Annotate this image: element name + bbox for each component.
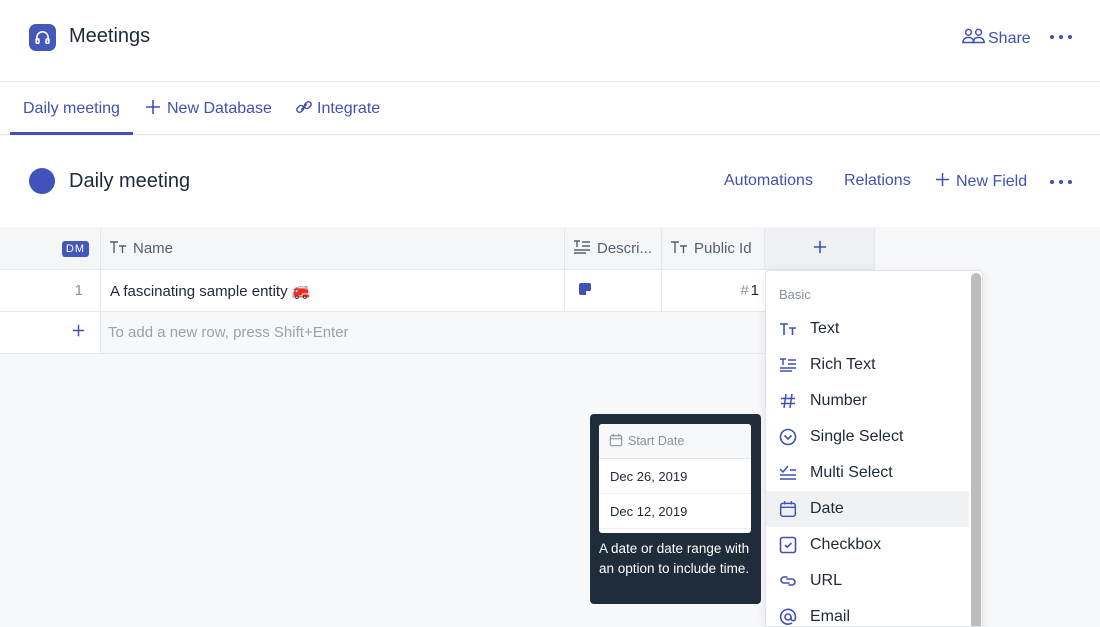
calendar-icon	[609, 433, 623, 450]
menu-item-label: URL	[810, 572, 843, 589]
plus-icon	[813, 240, 827, 258]
link-icon	[295, 98, 313, 121]
rich-text-icon	[766, 357, 810, 373]
chevron-circle-icon	[766, 428, 810, 446]
tooltip-description: A date or date range with an option to i…	[599, 541, 750, 576]
url-link-icon	[766, 574, 810, 588]
row-index-header: DM	[0, 228, 101, 269]
menu-item-date[interactable]: Date	[766, 491, 969, 527]
menu-item-label: Text	[810, 320, 840, 337]
add-row[interactable]: To add a new row, press Shift+Enter	[0, 312, 765, 354]
column-label: Descri...	[597, 240, 653, 257]
note-icon	[578, 282, 592, 300]
add-row-button[interactable]	[0, 312, 101, 353]
menu-section-basic: Basic	[779, 287, 811, 302]
menu-item-email[interactable]: Email	[766, 599, 969, 626]
database-title: Daily meeting	[69, 170, 191, 192]
rich-text-icon	[573, 239, 591, 259]
tab-bar: Daily meeting New Database Integrate	[0, 83, 1100, 135]
text-type-icon	[766, 322, 810, 336]
menu-item-url[interactable]: URL	[766, 563, 969, 599]
menu-item-label: Email	[810, 608, 851, 625]
column-header-public-id[interactable]: Public Id	[662, 228, 765, 269]
menu-item-label: Multi Select	[810, 464, 893, 481]
new-field-button[interactable]: New Field	[935, 172, 1027, 192]
preview-header: Start Date	[599, 424, 751, 459]
menu-item-label: Single Select	[810, 428, 904, 445]
plus-icon	[935, 172, 950, 192]
menu-item-rich-text[interactable]: Rich Text	[766, 347, 969, 383]
database-header: Daily meeting Automations Relations New …	[0, 136, 1100, 227]
add-row-hint: To add a new row, press Shift+Enter	[108, 324, 349, 341]
column-label: Name	[133, 240, 174, 257]
more-horizontal-icon[interactable]	[1050, 27, 1072, 47]
public-id-cell[interactable]: # 1	[662, 270, 765, 311]
menu-item-label: Checkbox	[810, 536, 882, 553]
preview-header-label: Start Date	[628, 434, 685, 448]
tab-new-database[interactable]: New Database	[145, 83, 272, 135]
calendar-icon	[766, 500, 810, 518]
more-horizontal-icon[interactable]	[1050, 172, 1072, 192]
menu-item-label: Number	[810, 392, 867, 409]
menu-item-label: Date	[810, 500, 844, 517]
preview-row: Dec 26, 2019	[599, 459, 751, 494]
headphones-icon	[29, 24, 56, 51]
tab-label: Daily meeting	[23, 100, 120, 117]
top-bar: Meetings Share	[0, 0, 1100, 82]
header-row: DM Name Descri... Public Id	[0, 228, 875, 270]
name-cell[interactable]: A fascinating sample entity 🚒	[101, 270, 565, 311]
field-type-menu: Basic Text Rich Text Number Single Selec…	[765, 270, 983, 627]
checkbox-icon	[766, 536, 810, 554]
new-field-label: New Field	[956, 173, 1028, 190]
tab-label: New Database	[167, 100, 272, 117]
menu-item-text[interactable]: Text	[766, 311, 969, 347]
menu-item-number[interactable]: Number	[766, 383, 969, 419]
row-index: 1	[0, 270, 101, 311]
app-title: Meetings	[69, 25, 151, 47]
tab-label: Integrate	[317, 100, 381, 117]
share-button[interactable]: Share	[962, 27, 1031, 50]
public-id-value: 1	[750, 282, 759, 299]
at-icon	[766, 608, 810, 626]
preview-row: Dec 12, 2019	[599, 494, 751, 529]
public-id-prefix: #	[740, 282, 749, 299]
description-cell[interactable]	[565, 270, 662, 311]
column-header-description[interactable]: Descri...	[565, 228, 662, 269]
hash-icon	[766, 393, 810, 409]
menu-item-single-select[interactable]: Single Select	[766, 419, 969, 455]
column-header-name[interactable]: Name	[101, 228, 565, 269]
table-row[interactable]: 1 A fascinating sample entity 🚒 # 1	[0, 270, 765, 312]
share-label: Share	[988, 29, 1031, 47]
text-type-icon	[670, 240, 688, 258]
text-type-icon	[109, 240, 127, 258]
field-type-tooltip: Start Date Dec 26, 2019 Dec 12, 2019 A d…	[590, 414, 761, 604]
users-icon	[962, 27, 986, 50]
database-badge: DM	[61, 240, 89, 257]
automations-button[interactable]: Automations	[724, 172, 813, 190]
date-preview-card: Start Date Dec 26, 2019 Dec 12, 2019	[599, 424, 751, 533]
menu-scrollbar[interactable]	[971, 273, 981, 626]
menu-item-checkbox[interactable]: Checkbox	[766, 527, 969, 563]
add-column-button[interactable]	[765, 228, 875, 269]
tab-integrate[interactable]: Integrate	[295, 83, 380, 135]
tab-daily-meeting[interactable]: Daily meeting	[10, 83, 133, 135]
menu-item-multi-select[interactable]: Multi Select	[766, 455, 969, 491]
column-label: Public Id	[694, 240, 752, 257]
database-color-dot[interactable]	[29, 168, 55, 194]
plus-icon	[145, 99, 161, 120]
plus-icon	[72, 324, 85, 341]
menu-item-label: Rich Text	[810, 356, 876, 373]
relations-button[interactable]: Relations	[844, 172, 911, 190]
multi-check-icon	[766, 465, 810, 481]
